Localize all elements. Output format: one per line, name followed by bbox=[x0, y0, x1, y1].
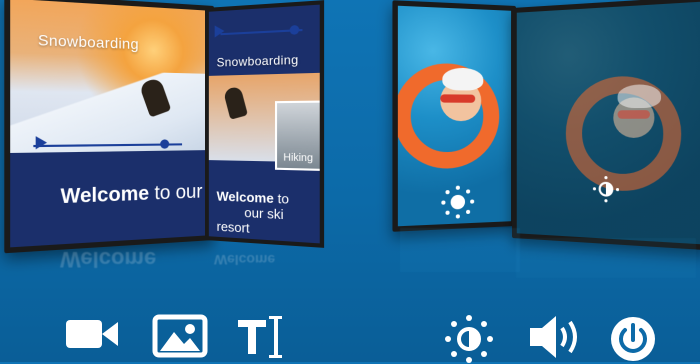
snowboard-photo: Snowboarding bbox=[10, 0, 210, 153]
play-icon bbox=[35, 136, 48, 150]
screen-title: Snowboarding bbox=[37, 30, 139, 53]
video-progress-bar bbox=[220, 24, 303, 36]
hiking-thumbnail: Hiking bbox=[274, 100, 325, 172]
screen-reflection bbox=[400, 228, 520, 272]
display-screen-snowboard-portrait: Snowboarding Hiking Welcome to our ski re… bbox=[205, 0, 325, 248]
progress-knob bbox=[289, 24, 300, 35]
power-icon[interactable] bbox=[608, 314, 658, 364]
display-screen-pool-bright bbox=[392, 0, 516, 232]
screen-reflection bbox=[516, 238, 696, 278]
screen-reflection: Welcome bbox=[214, 252, 276, 268]
display-showcase: Snowboarding Welcome to our Snowboarding… bbox=[0, 0, 700, 290]
screen-title: Snowboarding bbox=[216, 52, 299, 70]
brightness-high-icon bbox=[441, 185, 475, 219]
display-screen-snowboard-wide: Snowboarding Welcome to our bbox=[4, 0, 214, 254]
hiking-label: Hiking bbox=[283, 152, 313, 165]
welcome-banner: Welcome to our bbox=[10, 149, 210, 248]
image-icon[interactable] bbox=[152, 314, 208, 358]
video-icon[interactable] bbox=[64, 314, 120, 354]
screen-reflection: Welcome bbox=[60, 247, 157, 272]
welcome-text: Welcome to our bbox=[60, 181, 203, 209]
brightness-low-icon bbox=[592, 176, 620, 203]
welcome-text: Welcome to our ski resort bbox=[216, 188, 289, 236]
progress-knob bbox=[160, 139, 170, 149]
brightness-icon[interactable] bbox=[444, 314, 494, 364]
text-cursor-icon[interactable] bbox=[238, 314, 282, 360]
play-icon bbox=[214, 24, 225, 38]
volume-icon[interactable] bbox=[528, 314, 584, 360]
display-screen-pool-dim bbox=[512, 0, 700, 251]
feature-icon-bar bbox=[0, 300, 700, 364]
